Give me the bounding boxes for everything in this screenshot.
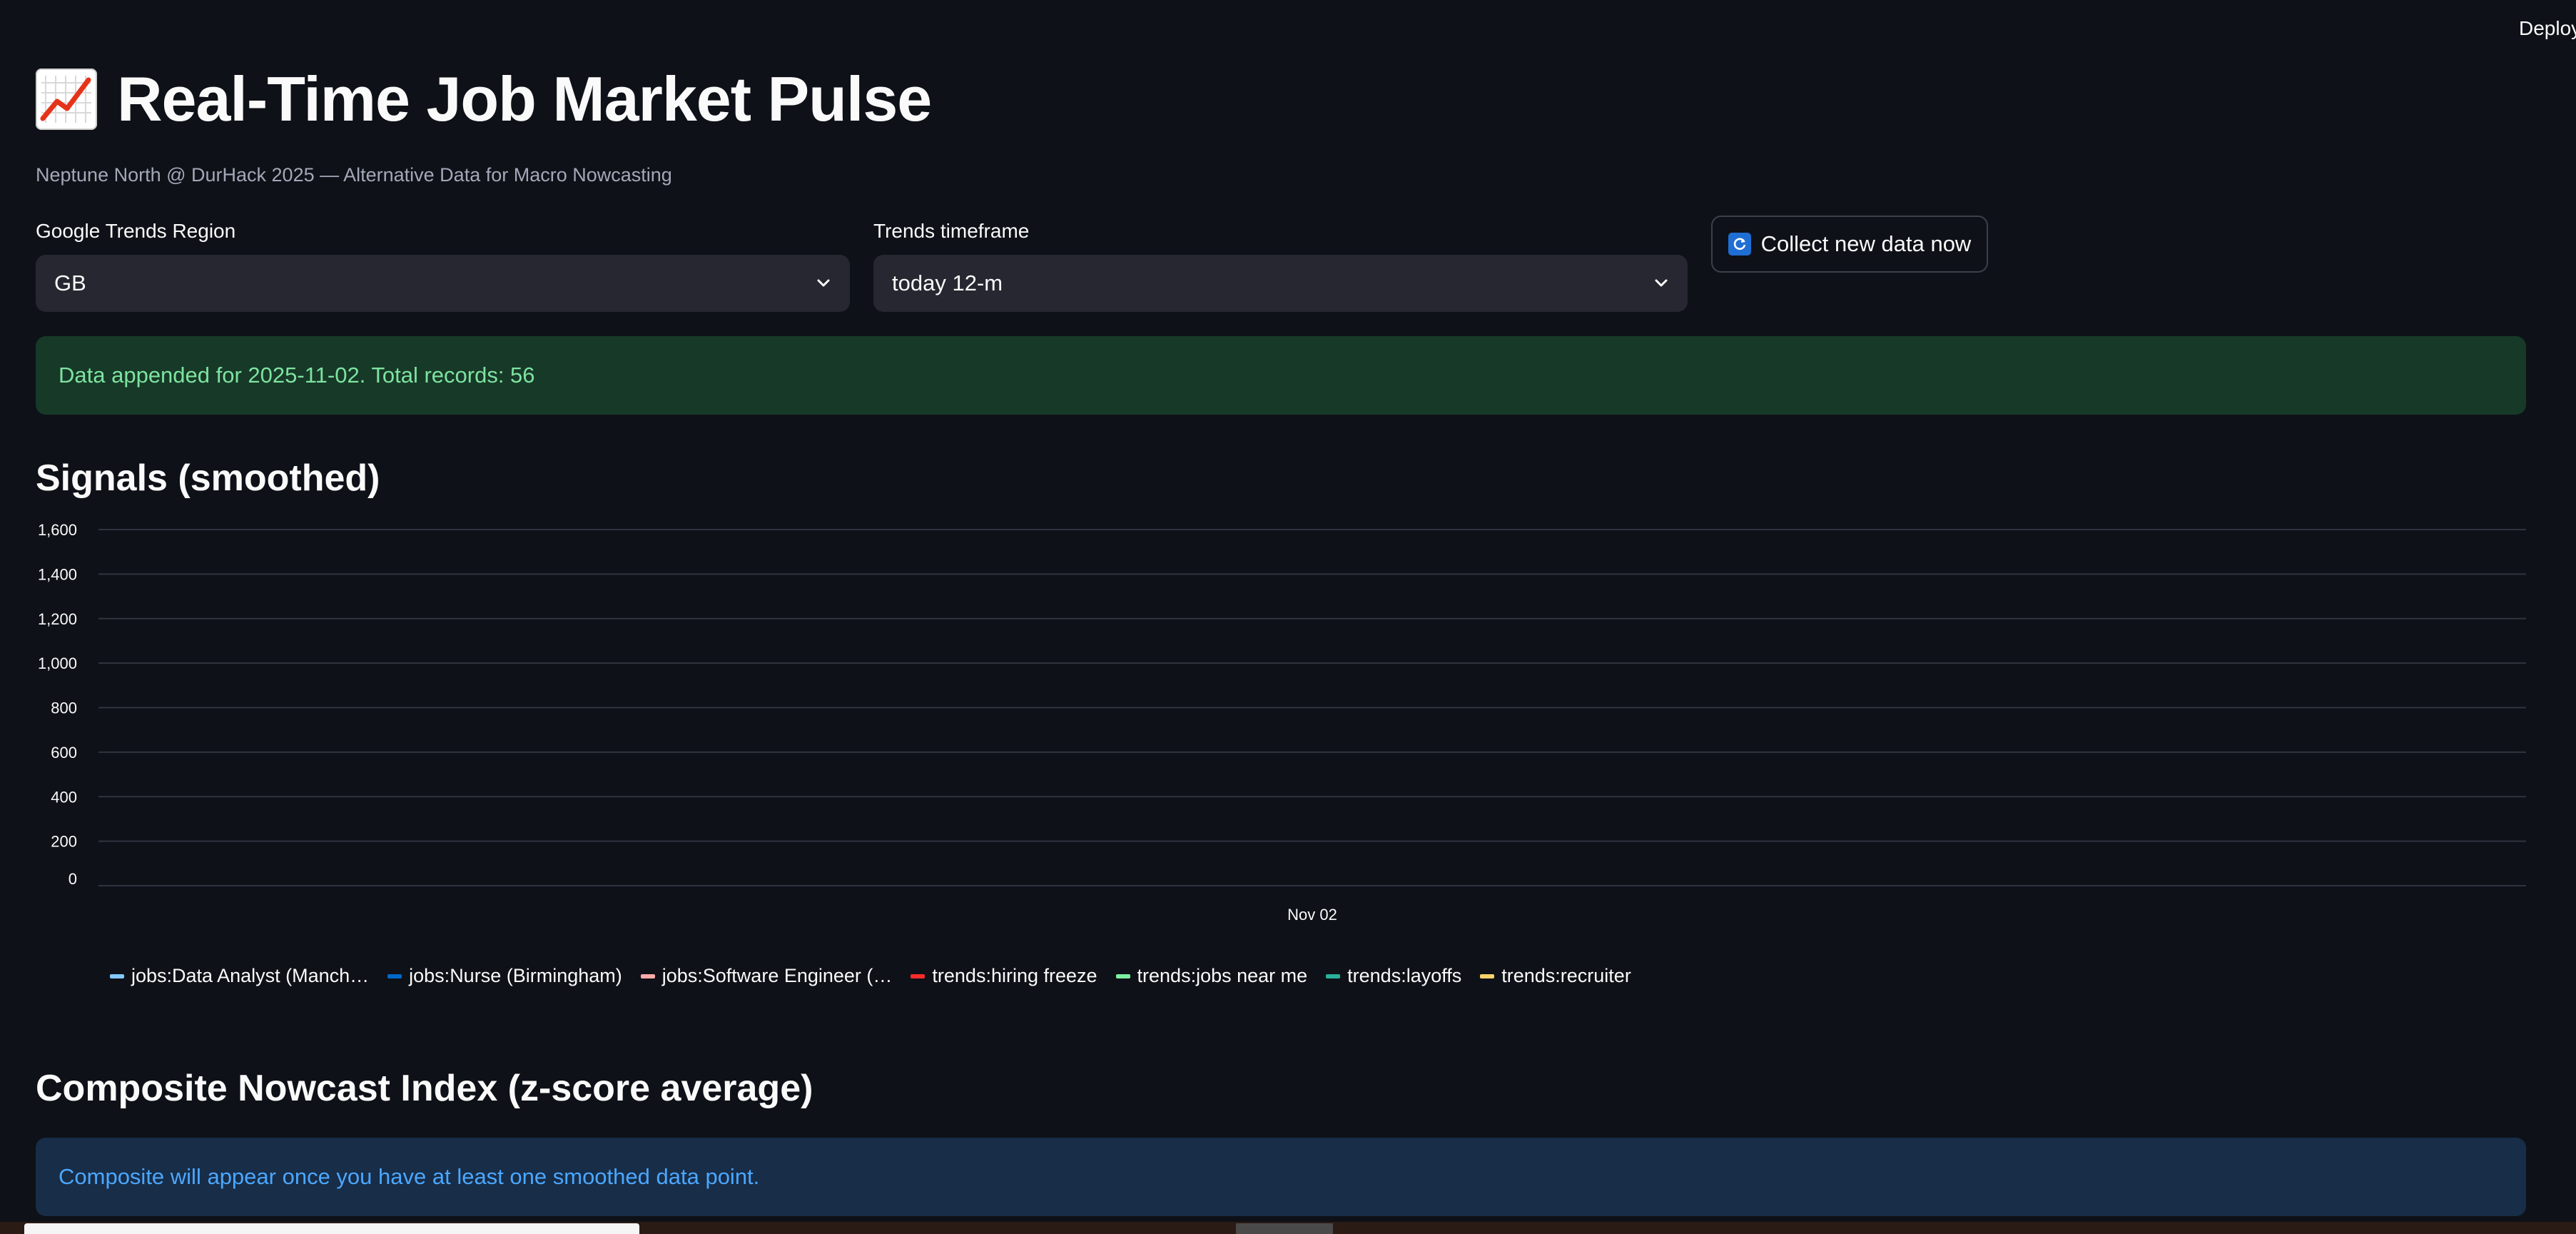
legend-item[interactable]: trends:layoffs (1326, 965, 1461, 987)
legend-label: jobs:Data Analyst (Manch… (131, 965, 370, 986)
page-title: Real-Time Job Market Pulse (117, 64, 932, 134)
legend-label: trends:layoffs (1347, 965, 1462, 986)
chevron-down-icon (1655, 279, 1668, 287)
legend-label: trends:hiring freeze (932, 965, 1097, 986)
page-subtitle: Neptune North @ DurHack 2025 — Alternati… (36, 164, 672, 186)
legend-swatch (387, 973, 402, 978)
info-alert: Composite will appear once you have at l… (36, 1138, 2526, 1216)
success-alert-text: Data appended for 2025-11-02. Total reco… (59, 363, 535, 388)
legend-item[interactable]: trends:hiring freeze (911, 965, 1097, 987)
y-tick-label: 1,400 (38, 565, 77, 583)
legend-label: trends:recruiter (1501, 965, 1631, 986)
chart-gridlines (98, 529, 2526, 886)
y-tick-label: 1,000 (38, 654, 77, 672)
chevron-down-icon (817, 279, 830, 287)
legend-item[interactable]: trends:jobs near me (1115, 965, 1308, 987)
page-title-row: Real-Time Job Market Pulse (36, 63, 932, 136)
legend-swatch (1480, 973, 1495, 978)
region-select[interactable]: GB (36, 255, 850, 312)
deploy-button[interactable]: Deploy (2519, 17, 2576, 40)
legend-swatch (1326, 973, 1341, 978)
legend-item[interactable]: trends:recruiter (1480, 965, 1631, 987)
chart-y-axis: 1,600 1,400 1,200 1,000 800 600 400 200 0 (38, 521, 77, 888)
composite-section-title: Composite Nowcast Index (z-score average… (36, 1068, 813, 1109)
collect-data-label: Collect new data now (1760, 231, 1972, 256)
y-tick-label: 0 (69, 870, 77, 888)
x-tick-label: Nov 02 (1287, 906, 1337, 924)
signals-section-title: Signals (smoothed) (36, 457, 380, 499)
region-label: Google Trends Region (36, 220, 236, 242)
legend-label: jobs:Nurse (Birmingham) (409, 965, 622, 986)
legend-swatch (110, 973, 124, 978)
y-tick-label: 400 (51, 788, 77, 806)
y-tick-label: 200 (51, 833, 77, 851)
collect-data-button[interactable]: Collect new data now (1711, 216, 1988, 273)
timeframe-label: Trends timeframe (873, 220, 1030, 242)
chart-legend: jobs:Data Analyst (Manch… jobs:Nurse (Bir… (110, 965, 1631, 987)
timeframe-select[interactable]: today 12-m (873, 255, 1688, 312)
legend-item[interactable]: jobs:Nurse (Birmingham) (387, 965, 622, 987)
legend-label: trends:jobs near me (1137, 965, 1308, 986)
signals-line-chart[interactable]: 1,600 1,400 1,200 1,000 800 600 400 200 0 Nov 02 (21, 517, 2533, 931)
taskbar-search-input[interactable] (24, 1223, 639, 1234)
refresh-icon (1728, 233, 1751, 256)
taskbar-item[interactable] (1236, 1223, 1333, 1234)
y-tick-label: 1,600 (38, 521, 77, 539)
chart-x-axis: Nov 02 (1287, 906, 1337, 924)
info-alert-text: Composite will appear once you have at l… (59, 1164, 760, 1189)
y-tick-label: 800 (51, 699, 77, 717)
chart-increasing-icon (36, 69, 97, 130)
region-value: GB (54, 270, 86, 295)
y-tick-label: 1,200 (38, 610, 77, 628)
success-alert: Data appended for 2025-11-02. Total reco… (36, 336, 2526, 415)
legend-label: jobs:Software Engineer (… (661, 965, 893, 986)
legend-swatch (640, 973, 655, 978)
y-tick-label: 600 (51, 744, 77, 762)
legend-item[interactable]: jobs:Software Engineer (… (640, 965, 893, 987)
timeframe-value: today 12-m (892, 270, 1003, 295)
legend-swatch (1115, 973, 1130, 978)
legend-item[interactable]: jobs:Data Analyst (Manch… (110, 965, 369, 987)
legend-swatch (911, 973, 926, 978)
